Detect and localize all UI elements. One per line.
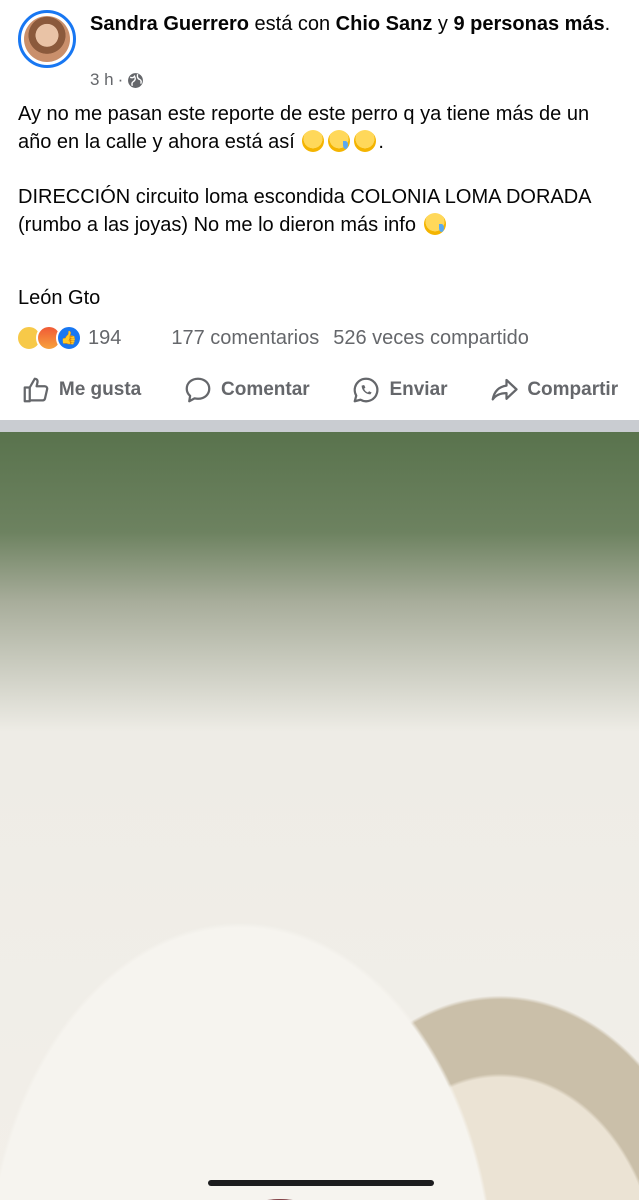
crying-face-icon bbox=[328, 130, 351, 152]
reaction-icons[interactable]: 👍 bbox=[16, 325, 82, 351]
post-text-end: . bbox=[378, 131, 384, 153]
like-button[interactable]: Me gusta bbox=[21, 375, 141, 405]
and-text: y bbox=[432, 13, 454, 35]
post-body: Ay no me pasan este reporte de este perr… bbox=[18, 100, 628, 239]
title-period: . bbox=[604, 13, 611, 35]
comment-button[interactable]: Comentar bbox=[183, 375, 310, 405]
with-text: está con bbox=[248, 13, 336, 35]
comment-label: Comentar bbox=[221, 379, 310, 400]
post-text-paragraph-1: Ay no me pasan este reporte de este perr… bbox=[18, 100, 628, 156]
whatsapp-icon bbox=[354, 377, 379, 403]
tagged-others[interactable]: 9 personas más bbox=[453, 13, 604, 35]
comment-bubble-icon bbox=[185, 377, 211, 403]
action-bar: Me gusta Comentar Enviar Compartir bbox=[0, 366, 639, 414]
weary-face-icon bbox=[354, 130, 377, 152]
avatar-photo bbox=[24, 16, 70, 62]
like-label: Me gusta bbox=[58, 379, 142, 400]
post-title: Sandra Guerrero está con Chio Sanz y 9 p… bbox=[90, 10, 620, 39]
author-name[interactable]: Sandra Guerrero bbox=[90, 13, 249, 35]
crying-face-icon bbox=[423, 213, 446, 235]
home-indicator[interactable] bbox=[208, 1180, 434, 1186]
tagged-person[interactable]: Chio Sanz bbox=[336, 13, 433, 35]
avatar[interactable] bbox=[18, 10, 76, 68]
post-photo[interactable] bbox=[0, 432, 639, 1200]
meta-separator: · bbox=[117, 70, 124, 89]
share-arrow-icon bbox=[491, 378, 518, 401]
thumbs-up-icon bbox=[23, 377, 49, 403]
post-time[interactable]: 3 h bbox=[90, 70, 114, 90]
pleading-face-icon bbox=[302, 130, 325, 152]
share-label: Compartir bbox=[527, 379, 619, 400]
send-label: Enviar bbox=[389, 379, 448, 400]
globe-icon bbox=[128, 72, 144, 88]
address-text: DIRECCIÓN circuito loma escondida COLONI… bbox=[18, 186, 591, 236]
reaction-count[interactable]: 194 bbox=[88, 327, 121, 350]
send-button[interactable]: Enviar bbox=[351, 375, 448, 405]
like-reaction-icon: 👍 bbox=[56, 325, 82, 351]
post-stats: 👍 194 177 comentarios 526 veces comparti… bbox=[16, 322, 626, 354]
location-text: León Gto bbox=[18, 287, 101, 309]
share-button[interactable]: Compartir bbox=[489, 375, 618, 405]
post-text-paragraph-2: DIRECCIÓN circuito loma escondida COLONI… bbox=[18, 183, 628, 239]
divider bbox=[0, 420, 639, 432]
post-meta: 3 h · bbox=[90, 70, 144, 90]
share-count[interactable]: 526 veces compartido bbox=[333, 327, 529, 350]
comment-count[interactable]: 177 comentarios bbox=[171, 327, 319, 350]
post-header: Sandra Guerrero está con Chio Sanz y 9 p… bbox=[0, 0, 639, 100]
